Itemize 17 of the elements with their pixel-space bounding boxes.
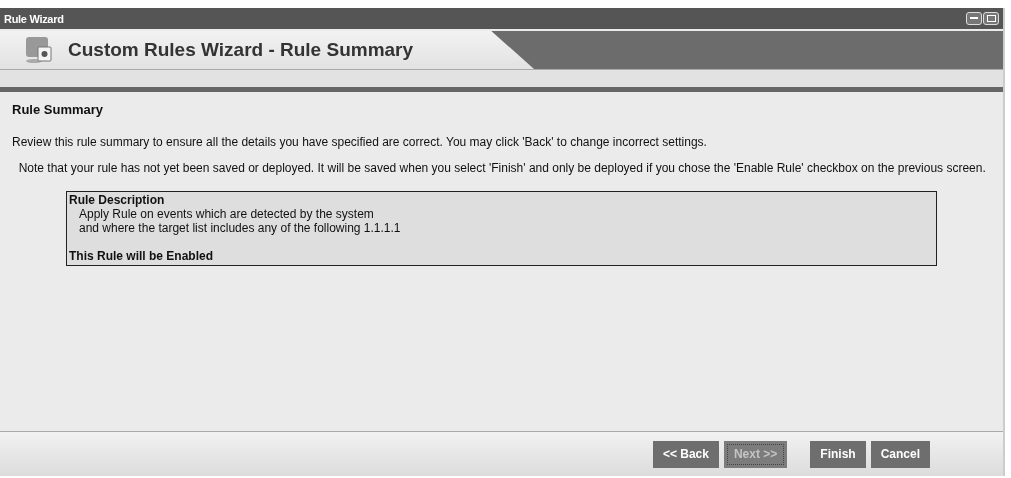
description-title: Rule Description <box>69 193 166 207</box>
maximize-icon <box>986 15 996 22</box>
description-line: and where the target list includes any of the following 1.1.1.1 <box>78 221 402 235</box>
wizard-button[interactable]: Finish <box>810 440 866 468</box>
minimize-button[interactable] <box>966 12 982 25</box>
description-line: Apply Rule on events which are detected by the system <box>78 207 375 221</box>
window-title: Rule Wizard <box>4 12 64 25</box>
monitor-icon <box>24 35 54 65</box>
minimize-icon <box>970 17 978 20</box>
maximize-button[interactable] <box>983 12 999 25</box>
instruction-text: Review this rule summary to ensure all the details you have specified are correct. You may click 'Back' to change incorrect settings. <box>12 134 708 150</box>
rule-status: This Rule will be Enabled <box>69 249 215 263</box>
section-title: Rule Summary <box>12 102 105 117</box>
instruction-text: Note that your rule has not yet been saved or deployed. It will be saved when you select 'Finish' and only be deployed if you chose the 'Enable Rule' checkbox on the previous screen. <box>17 160 987 176</box>
wizard-button[interactable]: << Back <box>652 440 719 468</box>
wizard-button[interactable]: Cancel <box>870 440 930 468</box>
wizard-title: Custom Rules Wizard - Rule Summary <box>68 39 414 61</box>
